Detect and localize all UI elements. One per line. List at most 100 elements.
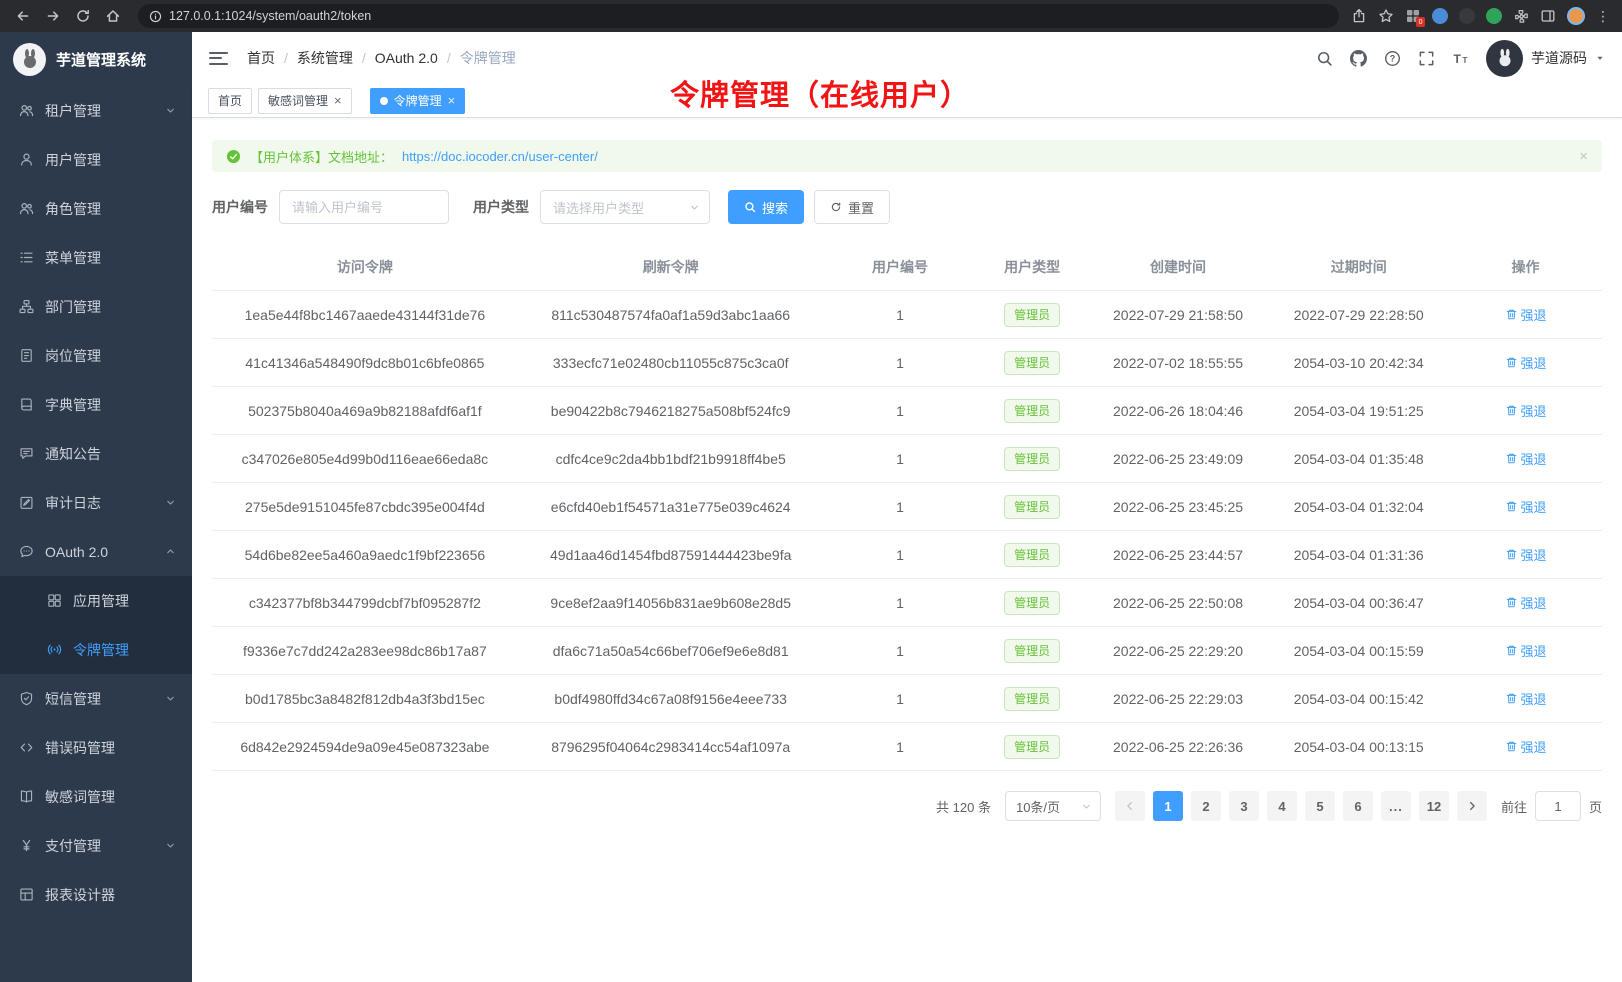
sidebar-item-user-mgmt[interactable]: 用户管理	[0, 135, 192, 184]
app-logo[interactable]: 芋道管理系统	[0, 32, 192, 86]
extension-grid-icon[interactable]: 0	[1405, 8, 1421, 24]
close-icon[interactable]: ×	[334, 94, 342, 107]
sidebar-item-sms-mgmt[interactable]: 短信管理	[0, 674, 192, 723]
created-time-cell: 2022-06-25 23:44:57	[1088, 531, 1269, 579]
sidebar-item-menu-mgmt[interactable]: 菜单管理	[0, 233, 192, 282]
site-info-icon[interactable]	[149, 10, 162, 23]
browser-forward-button[interactable]	[40, 3, 66, 29]
user-menu[interactable]: 芋道源码	[1486, 40, 1605, 77]
sidebar-item-payment-mgmt[interactable]: 支付管理	[0, 821, 192, 870]
sidebar-panel-icon[interactable]	[1540, 8, 1556, 24]
user-type-cell: 管理员	[976, 291, 1087, 339]
action-cell: 强退	[1449, 387, 1602, 435]
force-logout-button[interactable]: 强退	[1505, 401, 1547, 420]
github-icon[interactable]	[1350, 50, 1367, 67]
sidebar-item-error-code-mgmt[interactable]: 错误码管理	[0, 723, 192, 772]
sidebar-menu: 租户管理 用户管理 角色管理 菜单管理 部门管理 岗位管理	[0, 86, 192, 919]
address-bar[interactable]: 127.0.0.1:1024/system/oauth2/token	[138, 4, 1339, 28]
tab-token-mgmt[interactable]: 令牌管理 ×	[370, 88, 466, 114]
force-logout-button[interactable]: 强退	[1505, 737, 1547, 756]
menu-list-icon	[19, 250, 34, 265]
chevron-up-icon	[165, 546, 176, 557]
sidebar-item-label: 审计日志	[45, 493, 101, 513]
sidebar-item-tenant-mgmt[interactable]: 租户管理	[0, 86, 192, 135]
sidebar-item-oauth2[interactable]: OAuth 2.0	[0, 527, 192, 576]
browser-menu-icon[interactable]: ⋮	[1596, 8, 1610, 25]
browser-home-button[interactable]	[100, 3, 126, 29]
expire-time-cell: 2054-03-10 20:42:34	[1268, 339, 1449, 387]
grid-icon	[47, 593, 62, 608]
sidebar-item-sensitive-word-mgmt[interactable]: 敏感词管理	[0, 772, 192, 821]
search-icon[interactable]	[1316, 50, 1333, 67]
page-size-select[interactable]: 10条/页	[1005, 791, 1101, 821]
pager-page-12[interactable]: 12	[1419, 791, 1449, 821]
user-id-cell: 1	[824, 579, 977, 627]
force-logout-button[interactable]: 强退	[1505, 497, 1547, 516]
browser-reload-button[interactable]	[70, 3, 96, 29]
bookmark-star-icon[interactable]	[1378, 8, 1394, 24]
svg-text:T: T	[1463, 56, 1468, 65]
prev-page-button[interactable]	[1115, 791, 1145, 821]
sidebar-item-token-mgmt[interactable]: 令牌管理	[0, 625, 192, 674]
force-logout-button[interactable]: 强退	[1505, 641, 1547, 660]
breadcrumb-home[interactable]: 首页	[247, 48, 275, 68]
goto-page-input[interactable]	[1535, 791, 1581, 821]
tab-home[interactable]: 首页	[208, 88, 252, 114]
font-size-icon[interactable]: TT	[1452, 50, 1469, 67]
pager-page-4[interactable]: 4	[1267, 791, 1297, 821]
expire-time-cell: 2054-03-04 19:51:25	[1268, 387, 1449, 435]
user-id-cell: 1	[824, 483, 977, 531]
user-id-cell: 1	[824, 531, 977, 579]
pager-more-button[interactable]: ...	[1381, 791, 1411, 821]
extension-dark-icon[interactable]	[1459, 8, 1475, 24]
sidebar-item-notice-mgmt[interactable]: 通知公告	[0, 429, 192, 478]
pager-page-2[interactable]: 2	[1191, 791, 1221, 821]
doc-alert: 【用户体系】文档地址： https://doc.iocoder.cn/user-…	[212, 140, 1602, 172]
close-icon[interactable]: ×	[1579, 148, 1588, 165]
chevron-down-icon	[165, 840, 176, 851]
user-type-select[interactable]: 请选择用户类型	[540, 190, 710, 224]
chevron-down-icon	[689, 202, 700, 213]
force-logout-button[interactable]: 强退	[1505, 449, 1547, 468]
extension-blue-icon[interactable]	[1432, 8, 1448, 24]
sidebar-item-dept-mgmt[interactable]: 部门管理	[0, 282, 192, 331]
browser-profile-avatar[interactable]	[1567, 7, 1585, 25]
col-actions: 操作	[1449, 248, 1602, 291]
search-button[interactable]: 搜索	[728, 190, 804, 224]
extension-green-icon[interactable]	[1486, 8, 1502, 24]
hamburger-icon[interactable]	[209, 52, 228, 65]
pager-page-5[interactable]: 5	[1305, 791, 1335, 821]
refresh-token-cell: 9ce8ef2aa9f14056b831ae9b608e28d5	[518, 579, 824, 627]
close-icon[interactable]: ×	[448, 94, 456, 107]
reset-button[interactable]: 重置	[814, 190, 890, 224]
pager-page-1[interactable]: 1	[1153, 791, 1183, 821]
created-time-cell: 2022-06-25 22:29:03	[1088, 675, 1269, 723]
share-icon[interactable]	[1351, 8, 1367, 24]
browser-back-button[interactable]	[10, 3, 36, 29]
pager-page-6[interactable]: 6	[1343, 791, 1373, 821]
force-logout-button[interactable]: 强退	[1505, 305, 1547, 324]
user-type-tag: 管理员	[1004, 687, 1060, 711]
force-logout-button[interactable]: 强退	[1505, 353, 1547, 372]
force-logout-button[interactable]: 强退	[1505, 689, 1547, 708]
sidebar-item-audit-log[interactable]: 审计日志	[0, 478, 192, 527]
sidebar-item-report-designer[interactable]: 报表设计器	[0, 870, 192, 919]
alert-doc-link[interactable]: https://doc.iocoder.cn/user-center/	[402, 149, 598, 164]
pager-page-3[interactable]: 3	[1229, 791, 1259, 821]
force-logout-button[interactable]: 强退	[1505, 545, 1547, 564]
fullscreen-icon[interactable]	[1418, 50, 1435, 67]
sidebar-item-label: 岗位管理	[45, 346, 101, 366]
url-text: 127.0.0.1:1024/system/oauth2/token	[169, 9, 371, 23]
help-icon[interactable]: ?	[1384, 50, 1401, 67]
puzzle-extensions-icon[interactable]	[1513, 8, 1529, 24]
table-row: 6d842e2924594de9a09e45e087323abe8796295f…	[212, 723, 1602, 771]
sidebar-item-dict-mgmt[interactable]: 字典管理	[0, 380, 192, 429]
next-page-button[interactable]	[1457, 791, 1487, 821]
tab-sensitive-word-mgmt[interactable]: 敏感词管理 ×	[258, 88, 352, 114]
user-id-input[interactable]	[279, 190, 449, 224]
force-logout-button[interactable]: 强退	[1505, 593, 1547, 612]
sidebar-item-app-mgmt[interactable]: 应用管理	[0, 576, 192, 625]
sidebar-item-role-mgmt[interactable]: 角色管理	[0, 184, 192, 233]
refresh-token-cell: e6cfd40eb1f54571a31e775e039c4624	[518, 483, 824, 531]
sidebar-item-post-mgmt[interactable]: 岗位管理	[0, 331, 192, 380]
